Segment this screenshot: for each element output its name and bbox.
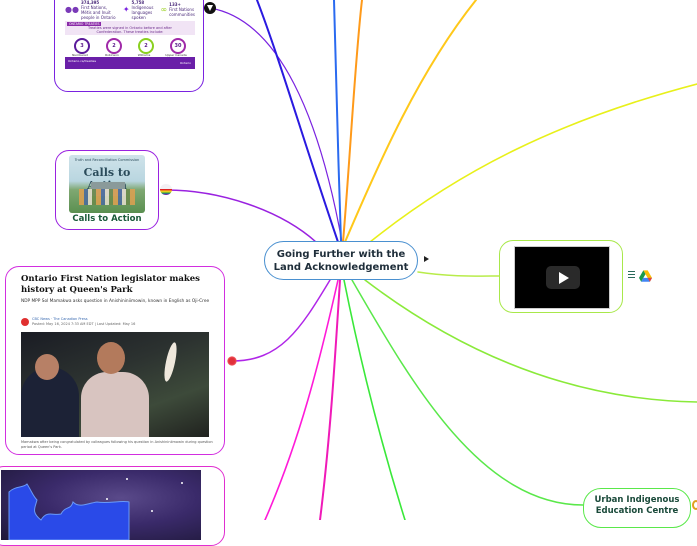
connector-top-amber (344, 0, 477, 243)
progress-pride-icon[interactable] (160, 184, 172, 195)
treaty-count-circle: 2 (138, 38, 154, 54)
central-topic-line1: Going Further with the (276, 248, 406, 260)
eagle-feather (161, 341, 180, 383)
infographic-node[interactable]: ●● 374,395 First Nations, Métis and Inuit… (54, 0, 204, 92)
expand-arrow-icon[interactable] (424, 256, 429, 262)
news-photo (21, 332, 209, 437)
connector-infographic (209, 7, 343, 243)
central-topic-line2: Land Acknowledgement (273, 261, 409, 273)
infographic-stats: ●● 374,395 First Nations, Métis and Inuit… (65, 0, 196, 20)
feather-icon: ✦ (122, 5, 130, 14)
children-illustration (79, 189, 135, 205)
play-button[interactable] (546, 266, 580, 289)
connector-top-yellow (369, 83, 697, 243)
infographic-footer: Ontario.ca/treaties Ontario (65, 57, 195, 69)
google-drive-icon[interactable] (639, 270, 652, 282)
news-dek: NDP MPP Sol Mamakwa asks question in Ani… (21, 299, 210, 304)
treaty-circles: 3 Numbered Treaties 2 Robinson Treaties … (65, 38, 195, 61)
treaties-band: ONTARIO TREATIES Treaties were signed in… (65, 21, 195, 35)
news-byline: CBC News · The Canadian Press Posted: Ma… (21, 317, 216, 329)
calls-to-action-label: Calls to Action (72, 214, 142, 224)
treaty-count-circle: 2 (106, 38, 122, 54)
people-icon: ●● (65, 5, 79, 14)
connector-bottom-green (343, 279, 406, 520)
uiec-logo-icon[interactable] (692, 500, 697, 510)
news-article-node[interactable]: Ontario First Nation legislator makes hi… (5, 266, 225, 455)
central-topic[interactable]: Going Further with the Land Acknowledgem… (264, 241, 418, 280)
connector-top-dark-blue (256, 0, 339, 243)
calls-to-action-node[interactable]: Truth and Reconciliation Commission Call… (55, 150, 159, 230)
connector-video (417, 271, 500, 277)
video-thumbnail[interactable] (514, 246, 610, 309)
connector-bottom-magenta (264, 279, 339, 520)
treaties-text: Treaties were signed in Ontario before a… (88, 26, 172, 34)
connector-calls (165, 189, 317, 243)
ontario-trillium-icon[interactable] (204, 2, 216, 14)
news-headline: Ontario First Nation legislator makes hi… (21, 274, 200, 295)
infographic-stat: ∞ 133+ First Nations communities (160, 2, 196, 17)
connector-uiec (351, 279, 584, 506)
news-photo-caption: Mamakwa after being congratulated by col… (21, 440, 213, 449)
turtle-island-image (1, 470, 201, 540)
turtle-island-map-shape (8, 483, 130, 540)
infographic-stat: ●● 374,395 First Nations, Métis and Inuit… (65, 0, 116, 20)
community-icon: ∞ (160, 5, 168, 14)
ontario-treaties-infographic: ●● 374,395 First Nations, Métis and Inuit… (65, 0, 196, 69)
turtle-island-node[interactable] (0, 466, 225, 546)
notes-lines-icon[interactable] (628, 271, 635, 279)
connector-news (231, 279, 331, 362)
cbc-gem-icon[interactable] (227, 356, 237, 366)
connector-top-orange (342, 0, 363, 243)
treaty-count-circle: 30 (170, 38, 186, 54)
calls-to-action-image: Truth and Reconciliation Commission Call… (69, 155, 145, 213)
treaty-count-circle: 3 (74, 38, 90, 54)
cbc-logo-icon (21, 318, 29, 326)
urban-indigenous-education-centre-node[interactable]: Urban Indigenous Education Centre (583, 488, 691, 528)
video-node[interactable] (499, 240, 623, 313)
infographic-stat: ✦ 5,758 Indigenous languages spoken (122, 0, 154, 20)
